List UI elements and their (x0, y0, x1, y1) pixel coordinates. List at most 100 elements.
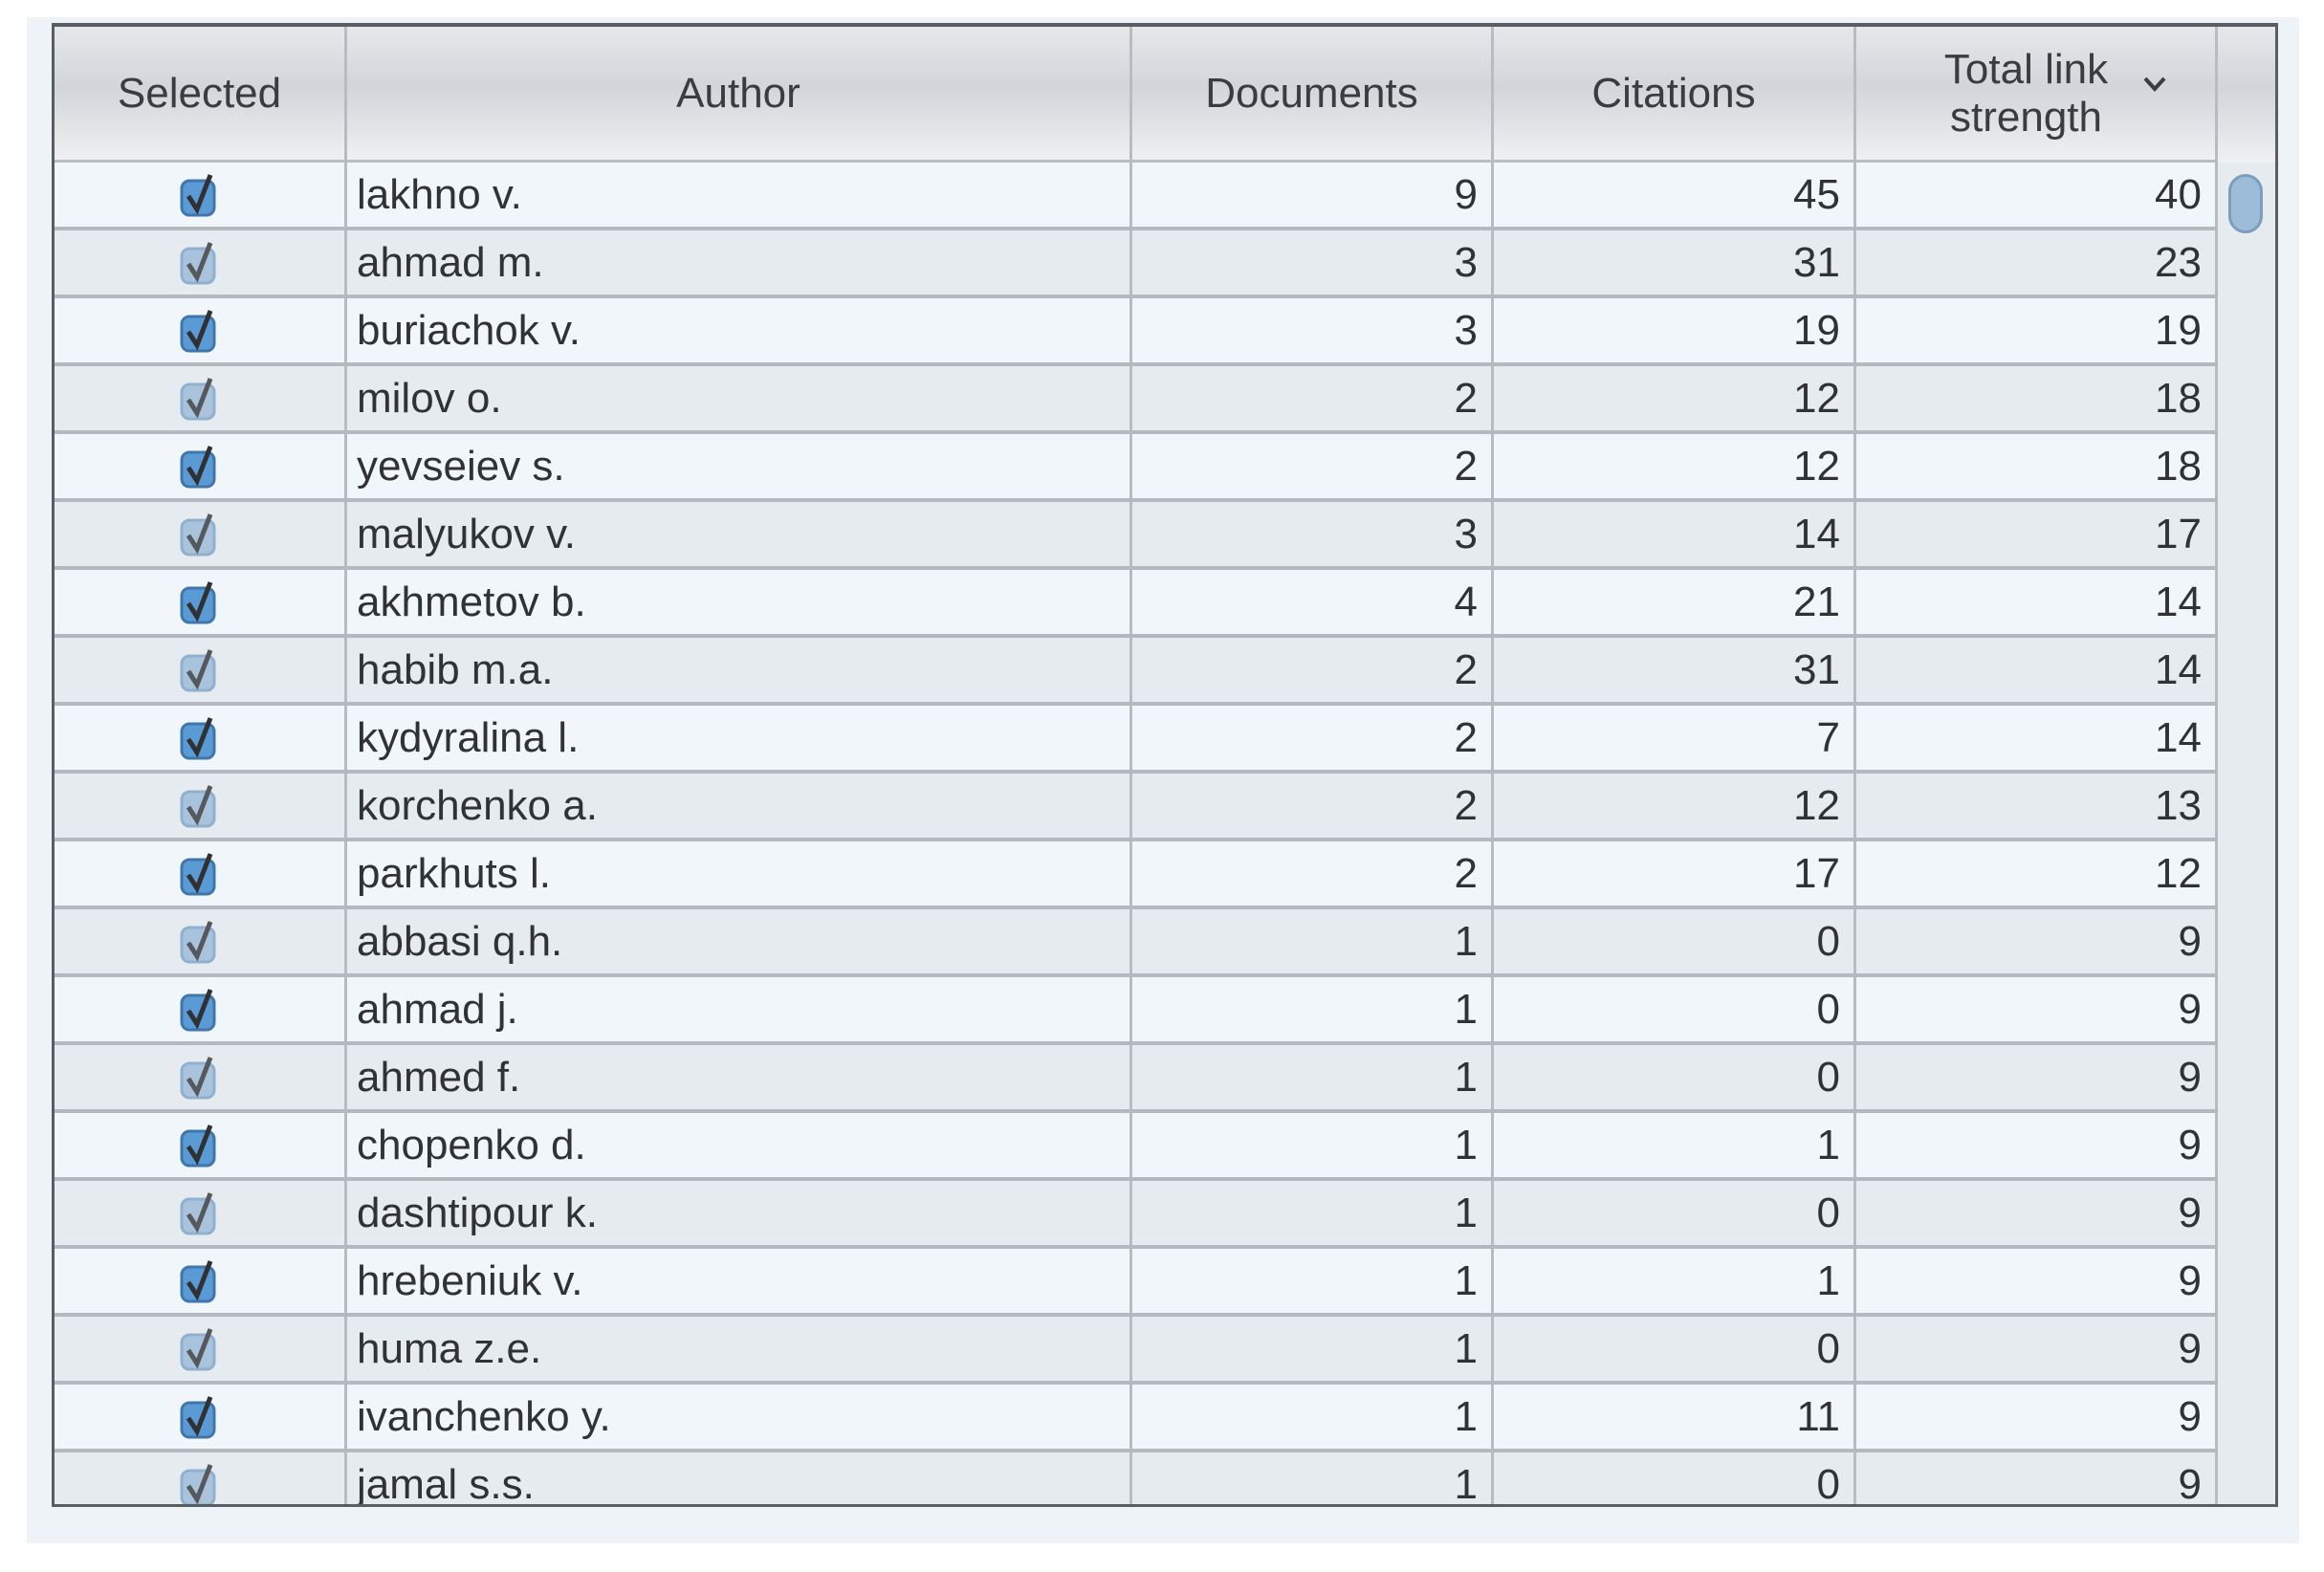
checkbox[interactable] (180, 920, 220, 964)
table-row[interactable]: malyukov v. 3 14 17 (55, 502, 2218, 570)
citations-cell: 0 (1494, 1181, 1856, 1245)
column-header-total-link-strength[interactable]: Total link strength (1856, 27, 2218, 160)
table-row[interactable]: abbasi q.h. 1 0 9 (55, 909, 2218, 977)
checkbox[interactable] (180, 377, 220, 421)
selected-cell (55, 841, 347, 906)
author-cell: kydyralina l. (347, 706, 1132, 770)
checkbox[interactable] (180, 648, 220, 692)
column-header-selected[interactable]: Selected (55, 27, 347, 160)
table-row[interactable]: huma z.e. 1 0 9 (55, 1317, 2218, 1385)
checkbox[interactable] (180, 173, 220, 217)
selected-cell (55, 366, 347, 430)
total-link-strength-cell: 9 (1856, 909, 2218, 973)
table-row[interactable]: korchenko a. 2 12 13 (55, 774, 2218, 841)
total-link-strength-cell: 13 (1856, 774, 2218, 838)
table-row[interactable]: jamal s.s. 1 0 9 (55, 1452, 2218, 1507)
header-corner (2218, 27, 2275, 163)
scrollbar-thumb[interactable] (2228, 174, 2263, 233)
documents-cell: 4 (1132, 570, 1494, 634)
table-row[interactable]: dashtipour k. 1 0 9 (55, 1181, 2218, 1249)
author-cell: parkhuts l. (347, 841, 1132, 906)
checkbox[interactable] (180, 1124, 220, 1168)
citations-cell: 17 (1494, 841, 1856, 906)
documents-cell: 1 (1132, 1317, 1494, 1381)
column-header-label: Selected (117, 69, 282, 117)
table-row[interactable]: hrebeniuk v. 1 1 9 (55, 1249, 2218, 1317)
author-cell: ivanchenko y. (347, 1385, 1132, 1449)
table-row[interactable]: ahmed f. 1 0 9 (55, 1045, 2218, 1113)
author-cell: habib m.a. (347, 638, 1132, 702)
table-row[interactable]: milov o. 2 12 18 (55, 366, 2218, 434)
documents-cell: 2 (1132, 638, 1494, 702)
checkbox[interactable] (180, 309, 220, 353)
checkbox[interactable] (180, 852, 220, 896)
total-link-strength-cell: 23 (1856, 230, 2218, 295)
selected-cell (55, 1317, 347, 1381)
documents-cell: 1 (1132, 1113, 1494, 1177)
total-link-strength-cell: 18 (1856, 434, 2218, 498)
checkbox[interactable] (180, 241, 220, 285)
checkbox[interactable] (180, 1259, 220, 1303)
checkbox[interactable] (180, 580, 220, 624)
selected-cell (55, 230, 347, 295)
chevron-down-icon[interactable] (2142, 71, 2167, 96)
total-link-strength-cell: 40 (1856, 163, 2218, 227)
selected-cell (55, 706, 347, 770)
table-row[interactable]: kydyralina l. 2 7 14 (55, 706, 2218, 774)
citations-cell: 11 (1494, 1385, 1856, 1449)
checkbox[interactable] (180, 1056, 220, 1100)
author-cell: ahmad j. (347, 977, 1132, 1041)
citations-cell: 12 (1494, 774, 1856, 838)
author-cell: dashtipour k. (347, 1181, 1132, 1245)
citations-cell: 0 (1494, 909, 1856, 973)
checkbox[interactable] (180, 1463, 220, 1507)
column-header-citations[interactable]: Citations (1494, 27, 1856, 160)
checkbox[interactable] (180, 445, 220, 489)
checkbox[interactable] (180, 513, 220, 557)
column-header-documents[interactable]: Documents (1132, 27, 1494, 160)
table-row[interactable]: buriachok v. 3 19 19 (55, 298, 2218, 366)
table-row[interactable]: yevseiev s. 2 12 18 (55, 434, 2218, 502)
citations-cell: 21 (1494, 570, 1856, 634)
table-row[interactable]: ivanchenko y. 1 11 9 (55, 1385, 2218, 1452)
checkbox[interactable] (180, 988, 220, 1032)
selected-cell (55, 909, 347, 973)
total-link-strength-cell: 18 (1856, 366, 2218, 430)
checkbox[interactable] (180, 1395, 220, 1439)
selected-cell (55, 1452, 347, 1507)
selected-cell (55, 774, 347, 838)
selected-cell (55, 1113, 347, 1177)
documents-cell: 1 (1132, 1249, 1494, 1313)
checkbox[interactable] (180, 1327, 220, 1371)
checkbox[interactable] (180, 716, 220, 760)
table-row[interactable]: akhmetov b. 4 21 14 (55, 570, 2218, 638)
total-link-strength-cell: 19 (1856, 298, 2218, 362)
author-cell: hrebeniuk v. (347, 1249, 1132, 1313)
citations-cell: 12 (1494, 434, 1856, 498)
citations-cell: 14 (1494, 502, 1856, 566)
checkbox[interactable] (180, 1191, 220, 1235)
table-row[interactable]: ahmad j. 1 0 9 (55, 977, 2218, 1045)
checkbox[interactable] (180, 784, 220, 828)
table-row[interactable]: habib m.a. 2 31 14 (55, 638, 2218, 706)
column-header-label: Citations (1591, 69, 1756, 117)
table-header: Selected Author Documents Citations Tota… (55, 27, 2218, 163)
table-row[interactable]: chopenko d. 1 1 9 (55, 1113, 2218, 1181)
table-row[interactable]: parkhuts l. 2 17 12 (55, 841, 2218, 909)
documents-cell: 2 (1132, 434, 1494, 498)
author-cell: korchenko a. (347, 774, 1132, 838)
author-cell: jamal s.s. (347, 1452, 1132, 1504)
vertical-scrollbar[interactable] (2218, 163, 2275, 1504)
selected-cell (55, 298, 347, 362)
documents-cell: 2 (1132, 706, 1494, 770)
documents-cell: 3 (1132, 230, 1494, 295)
author-cell: buriachok v. (347, 298, 1132, 362)
selected-cell (55, 1249, 347, 1313)
authors-table: Selected Author Documents Citations Tota… (52, 23, 2278, 1507)
column-header-author[interactable]: Author (347, 27, 1132, 160)
citations-cell: 0 (1494, 1317, 1856, 1381)
author-cell: abbasi q.h. (347, 909, 1132, 973)
table-row[interactable]: ahmad m. 3 31 23 (55, 230, 2218, 298)
documents-cell: 3 (1132, 298, 1494, 362)
table-row[interactable]: lakhno v. 9 45 40 (55, 163, 2218, 230)
